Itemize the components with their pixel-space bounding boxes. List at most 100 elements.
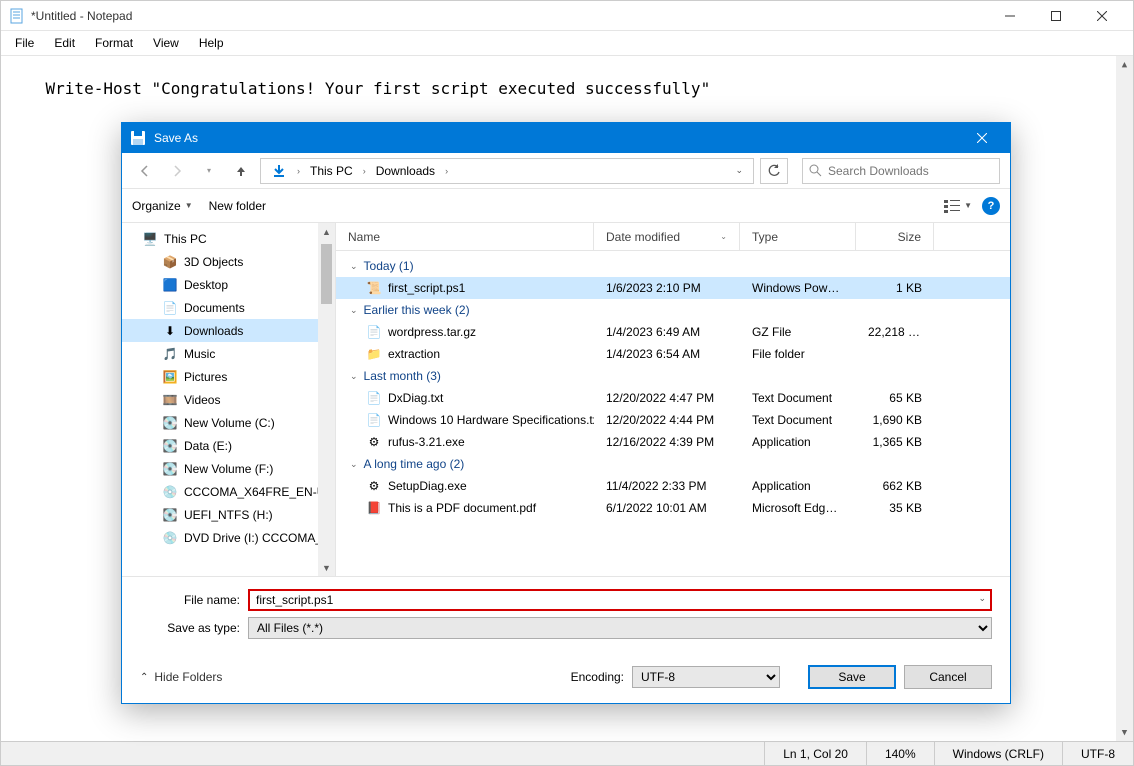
tree-item[interactable]: 📦3D Objects [122, 250, 335, 273]
dialog-titlebar[interactable]: Save As [122, 123, 1010, 153]
save-button[interactable]: Save [808, 665, 896, 689]
new-folder-button[interactable]: New folder [209, 199, 266, 213]
cancel-button[interactable]: Cancel [904, 665, 992, 689]
encoding-label: Encoding: [571, 670, 624, 684]
file-size: 1 KB [856, 281, 934, 295]
chevron-right-icon[interactable]: › [361, 166, 368, 176]
close-button[interactable] [1079, 1, 1125, 31]
menu-format[interactable]: Format [87, 33, 141, 53]
tree-item-label: New Volume (F:) [184, 462, 273, 476]
view-options-button[interactable]: ▼ [944, 199, 972, 213]
scroll-up-icon[interactable]: ▲ [1116, 56, 1133, 73]
tree-item[interactable]: 🖼️Pictures [122, 365, 335, 388]
search-input[interactable] [828, 164, 993, 178]
file-date: 12/20/2022 4:47 PM [594, 391, 740, 405]
scroll-up-icon[interactable]: ▲ [318, 223, 335, 240]
chevron-right-icon[interactable]: › [295, 166, 302, 176]
tree-item-label: DVD Drive (I:) CCCOMA_X64 [184, 531, 336, 545]
file-row[interactable]: ⚙rufus-3.21.exe12/16/2022 4:39 PMApplica… [336, 431, 1010, 453]
file-row[interactable]: 📜first_script.ps11/6/2023 2:10 PMWindows… [336, 277, 1010, 299]
column-name[interactable]: Name [336, 223, 594, 250]
column-size[interactable]: Size [856, 223, 934, 250]
file-row[interactable]: 📄wordpress.tar.gz1/4/2023 6:49 AMGZ File… [336, 321, 1010, 343]
column-headers: Name Date modified⌄ Type Size [336, 223, 1010, 251]
help-button[interactable]: ? [982, 197, 1000, 215]
encoding-select[interactable]: UTF-8 [632, 666, 780, 688]
savetype-select[interactable]: All Files (*.*) [248, 617, 992, 639]
file-row[interactable]: 📄DxDiag.txt12/20/2022 4:47 PMText Docume… [336, 387, 1010, 409]
address-dropdown-icon[interactable]: ⌄ [729, 165, 749, 176]
tree-item[interactable]: 💽Data (E:) [122, 434, 335, 457]
refresh-button[interactable] [760, 158, 788, 184]
tree-item[interactable]: 🎵 Music [122, 342, 335, 365]
file-group-header[interactable]: ⌄A long time ago (2) [336, 453, 1010, 475]
file-name: Windows 10 Hardware Specifications.txt [388, 413, 594, 427]
nav-recent-button[interactable]: ▾ [196, 158, 222, 184]
column-date[interactable]: Date modified⌄ [594, 223, 740, 250]
tree-item[interactable]: ⬇Downloads [122, 319, 335, 342]
tree-item[interactable]: 💽UEFI_NTFS (H:) [122, 503, 335, 526]
menu-help[interactable]: Help [191, 33, 232, 53]
nav-up-button[interactable] [228, 158, 254, 184]
menu-edit[interactable]: Edit [46, 33, 83, 53]
vertical-scrollbar[interactable]: ▲ ▼ [1116, 56, 1133, 741]
nav-back-button[interactable] [132, 158, 158, 184]
scroll-down-icon[interactable]: ▼ [1116, 724, 1133, 741]
minimize-button[interactable] [987, 1, 1033, 31]
drive-icon: 💽 [162, 438, 178, 454]
folder-tree[interactable]: 🖥️This PC📦3D Objects🟦Desktop📄Documents⬇D… [122, 223, 336, 576]
tree-item[interactable]: 📄Documents [122, 296, 335, 319]
tree-item-label: Music [184, 347, 215, 361]
chevron-down-icon: ⌄ [350, 305, 358, 316]
tree-item-label: UEFI_NTFS (H:) [184, 508, 273, 522]
column-type[interactable]: Type [740, 223, 856, 250]
breadcrumb-this-pc[interactable]: This PC [304, 162, 359, 180]
tree-item[interactable]: 💽 New Volume (F:) [122, 457, 335, 480]
file-size: 1,365 KB [856, 435, 934, 449]
file-name: SetupDiag.exe [388, 479, 467, 493]
file-group-header[interactable]: ⌄Earlier this week (2) [336, 299, 1010, 321]
save-as-dialog: Save As ▾ › This PC › Downloads › ⌄ [121, 122, 1011, 704]
menu-view[interactable]: View [145, 33, 187, 53]
tree-item[interactable]: 💽New Volume (C:) [122, 411, 335, 434]
group-name: A long time ago (2) [364, 457, 465, 471]
scroll-thumb[interactable] [321, 244, 332, 304]
tree-scrollbar[interactable]: ▲ ▼ [318, 223, 335, 576]
filename-input[interactable] [248, 589, 992, 611]
file-pane: Name Date modified⌄ Type Size ⌄Today (1)… [336, 223, 1010, 576]
maximize-button[interactable] [1033, 1, 1079, 31]
file-group-header[interactable]: ⌄Last month (3) [336, 365, 1010, 387]
tree-item[interactable]: 🟦Desktop [122, 273, 335, 296]
breadcrumb-downloads[interactable]: Downloads [370, 162, 441, 180]
chevron-right-icon[interactable]: › [443, 166, 450, 176]
status-eol: Windows (CRLF) [934, 742, 1062, 765]
chevron-down-icon: ▼ [185, 201, 193, 210]
file-list[interactable]: ⌄Today (1)📜first_script.ps11/6/2023 2:10… [336, 251, 1010, 576]
search-box[interactable] [802, 158, 1000, 184]
hide-folders-button[interactable]: ⌃ Hide Folders [140, 670, 222, 684]
address-bar[interactable]: › This PC › Downloads › ⌄ [260, 158, 754, 184]
tree-item[interactable]: 💿DVD Drive (I:) CCCOMA_X64 [122, 526, 335, 549]
file-row[interactable]: 📕This is a PDF document.pdf6/1/2022 10:0… [336, 497, 1010, 519]
file-group-header[interactable]: ⌄Today (1) [336, 255, 1010, 277]
scroll-down-icon[interactable]: ▼ [318, 559, 335, 576]
tree-item[interactable]: 🎞️Videos [122, 388, 335, 411]
folder-icon: 📁 [366, 346, 382, 362]
notepad-titlebar[interactable]: *Untitled - Notepad [1, 1, 1133, 31]
dialog-title: Save As [154, 131, 962, 145]
file-row[interactable]: 📁extraction1/4/2023 6:54 AMFile folder [336, 343, 1010, 365]
organize-button[interactable]: Organize▼ [132, 199, 193, 213]
file-row[interactable]: 📄Windows 10 Hardware Specifications.txt1… [336, 409, 1010, 431]
drive-icon: 💽 [162, 461, 178, 477]
nav-forward-button[interactable] [164, 158, 190, 184]
tree-item[interactable]: 💿CCCOMA_X64FRE_EN-US_DV [122, 480, 335, 503]
file-name: first_script.ps1 [388, 281, 465, 295]
file-row[interactable]: ⚙SetupDiag.exe11/4/2022 2:33 PMApplicati… [336, 475, 1010, 497]
exe-icon: ⚙ [366, 434, 382, 450]
savetype-label: Save as type: [140, 621, 248, 635]
menu-file[interactable]: File [7, 33, 42, 53]
desktop-icon: 🟦 [162, 277, 178, 293]
tree-item[interactable]: 🖥️This PC [122, 227, 335, 250]
dialog-close-button[interactable] [962, 123, 1002, 153]
music-icon: 🎵 [162, 346, 178, 362]
